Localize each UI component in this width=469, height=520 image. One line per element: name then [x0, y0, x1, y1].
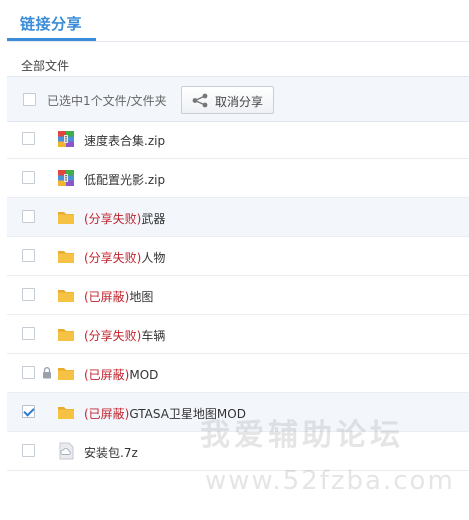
file-list: 速度表合集.zip 低配置光影.zip (分享失败)武器 (分享失败)人物 (已屏蔽)地…: [7, 120, 469, 471]
cloud-file-icon: [57, 442, 75, 460]
folder-icon: [57, 325, 75, 343]
file-name[interactable]: (分享失败)人物: [84, 249, 165, 266]
zip-archive-icon: [57, 169, 75, 187]
lock-icon: [42, 367, 52, 379]
file-name[interactable]: (分享失败)车辆: [84, 327, 165, 344]
file-name-text: 人物: [141, 251, 166, 265]
file-name[interactable]: 低配置光影.zip: [84, 171, 165, 188]
file-row[interactable]: (分享失败)人物: [7, 237, 469, 276]
folder-icon: [57, 247, 75, 265]
cancel-share-button[interactable]: 取消分享: [181, 86, 274, 114]
folder-icon: [57, 208, 75, 226]
file-row-checkbox[interactable]: [22, 171, 35, 184]
file-name[interactable]: (已屏蔽)地图: [84, 288, 153, 305]
file-name[interactable]: (已屏蔽)MOD: [84, 366, 158, 383]
file-name-text: 速度表合集.zip: [84, 134, 166, 148]
file-name-text: 低配置光影.zip: [84, 173, 166, 187]
file-name-text: MOD: [129, 368, 159, 382]
file-row[interactable]: (分享失败)武器: [7, 198, 469, 237]
file-status-tag: (已屏蔽): [84, 368, 130, 382]
selection-status: 已选中1个文件/文件夹: [47, 94, 167, 108]
file-status-tag: (分享失败): [84, 329, 142, 343]
cancel-share-label: 取消分享: [215, 95, 264, 109]
folder-icon: [57, 403, 75, 421]
file-status-tag: (分享失败): [84, 251, 142, 265]
file-name-text: 安装包.7z: [84, 446, 138, 460]
file-row-checkbox[interactable]: [22, 444, 35, 457]
file-row[interactable]: (已屏蔽)地图: [7, 276, 469, 315]
file-row[interactable]: (分享失败)车辆: [7, 315, 469, 354]
share-icon: [192, 93, 208, 108]
file-row[interactable]: (已屏蔽)GTASA卫星地图MOD: [7, 393, 469, 432]
file-row[interactable]: 速度表合集.zip: [7, 120, 469, 159]
file-name[interactable]: (已屏蔽)GTASA卫星地图MOD: [84, 405, 246, 422]
file-row-checkbox[interactable]: [22, 366, 35, 379]
file-name-text: 车辆: [141, 329, 166, 343]
breadcrumb-all-files[interactable]: 全部文件: [21, 57, 69, 74]
file-row-checkbox[interactable]: [22, 132, 35, 145]
file-row-checkbox[interactable]: [22, 327, 35, 340]
folder-icon: [57, 286, 75, 304]
file-row[interactable]: 安装包.7z: [7, 432, 469, 471]
file-name[interactable]: 安装包.7z: [84, 444, 138, 461]
file-name[interactable]: 速度表合集.zip: [84, 132, 165, 149]
file-name-text: 地图: [129, 290, 154, 304]
file-status-tag: (已屏蔽): [84, 407, 130, 421]
file-row[interactable]: (已屏蔽)MOD: [7, 354, 469, 393]
selection-toolbar: 已选中1个文件/文件夹 取消分享: [7, 76, 469, 122]
file-name-text: GTASA卫星地图MOD: [129, 407, 246, 421]
select-all-checkbox[interactable]: [23, 93, 36, 106]
zip-archive-icon: [57, 130, 75, 148]
file-name[interactable]: (分享失败)武器: [84, 210, 165, 227]
file-row-checkbox[interactable]: [22, 249, 35, 262]
file-status-tag: (分享失败): [84, 212, 142, 226]
file-row-checkbox[interactable]: [22, 210, 35, 223]
file-name-text: 武器: [141, 212, 166, 226]
tab-bar: 链接分享: [0, 0, 469, 42]
file-row[interactable]: 低配置光影.zip: [7, 159, 469, 198]
file-status-tag: (已屏蔽): [84, 290, 130, 304]
file-row-checkbox[interactable]: [22, 405, 35, 418]
tab-divider: [7, 41, 469, 42]
file-row-checkbox[interactable]: [22, 288, 35, 301]
tab-link-share[interactable]: 链接分享: [20, 13, 82, 34]
folder-icon: [57, 364, 75, 382]
